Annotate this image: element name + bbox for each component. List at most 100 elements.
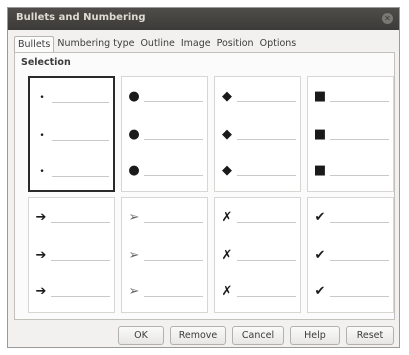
ok-button[interactable]: OK [118,326,164,345]
diamond-bullet-icon: ◆ [222,163,232,178]
big-dot-bullet-icon: ● [128,89,140,104]
bullets-panel: Selection • • • ● ● ● ◆ ◆ ◆ ■ ■ ■ ➔ ➔ ➔ ➢ ➢ ➢ ✗ ✗ ✗ ✔ ✔ ✔ [14,52,395,320]
preview-line: ◆ [215,161,300,181]
text-placeholder-line [52,176,109,177]
text-placeholder-line [52,102,109,103]
arrow-bullet-icon: ➔ [35,248,47,263]
text-placeholder-line [51,260,110,261]
text-placeholder-line [237,101,296,102]
bullet-style-big-dot[interactable]: ● ● ● [121,76,208,192]
text-placeholder-line [330,296,389,297]
preview-line: ➢ [122,208,207,228]
bullet-style-arrow[interactable]: ➔ ➔ ➔ [28,197,115,313]
title-bar: Bullets and Numbering ✕ [8,8,399,30]
small-dot-bullet-icon: • [39,167,45,177]
preview-line: ➔ [29,246,114,266]
arrowhead-bullet-icon: ➢ [128,284,140,299]
text-placeholder-line [237,222,296,223]
help-button[interactable]: Help [290,326,340,345]
preview-line: • [30,126,113,146]
tab-image[interactable]: Image [178,36,214,51]
text-placeholder-line [330,139,389,140]
small-dot-bullet-icon: • [39,93,45,103]
check-bullet-icon: ✔ [314,248,326,263]
check-bullet-icon: ✔ [314,210,326,225]
preview-line: ● [122,87,207,107]
preview-line: ✔ [308,246,393,266]
preview-line: ◆ [215,87,300,107]
tab-bullets[interactable]: Bullets [14,36,55,53]
preview-line: ● [122,161,207,181]
preview-line: ➢ [122,282,207,302]
text-placeholder-line [237,296,296,297]
preview-line: • [30,88,113,108]
button-bar: OK Remove Cancel Help Reset [8,326,399,346]
diamond-bullet-icon: ◆ [222,89,232,104]
preview-line: ➔ [29,208,114,228]
preview-line: ➔ [29,282,114,302]
bullet-style-square[interactable]: ■ ■ ■ [307,76,394,192]
cross-bullet-icon: ✗ [221,284,233,299]
square-bullet-icon: ■ [313,163,327,178]
cancel-button[interactable]: Cancel [232,326,284,345]
tab-options[interactable]: Options [257,36,300,51]
check-bullet-icon: ✔ [314,284,326,299]
text-placeholder-line [51,296,110,297]
small-dot-bullet-icon: • [39,131,45,141]
text-placeholder-line [330,260,389,261]
bullet-style-small-dot[interactable]: • • • [28,76,115,192]
text-placeholder-line [144,175,203,176]
bullets-numbering-dialog: Bullets and Numbering ✕ Bullets Numberin… [7,7,400,348]
tab-bar: Bullets Numbering type Outline Image Pos… [14,36,299,53]
text-placeholder-line [144,260,203,261]
bullet-style-cross[interactable]: ✗ ✗ ✗ [214,197,301,313]
bullet-style-arrowhead[interactable]: ➢ ➢ ➢ [121,197,208,313]
cross-bullet-icon: ✗ [221,210,233,225]
preview-line: ✗ [215,282,300,302]
text-placeholder-line [237,175,296,176]
big-dot-bullet-icon: ● [128,127,140,142]
arrowhead-bullet-icon: ➢ [128,248,140,263]
close-icon[interactable]: ✕ [382,13,393,24]
remove-button[interactable]: Remove [170,326,226,345]
big-dot-bullet-icon: ● [128,163,140,178]
text-placeholder-line [330,175,389,176]
bullet-style-grid: • • • ● ● ● ◆ ◆ ◆ ■ ■ ■ ➔ ➔ ➔ ➢ ➢ ➢ ✗ ✗ ✗ ✔ ✔ ✔ [28,76,394,316]
arrowhead-bullet-icon: ➢ [128,210,140,225]
preview-line: ✔ [308,282,393,302]
window-title: Bullets and Numbering [16,12,146,23]
preview-line: ■ [308,161,393,181]
preview-line: ✗ [215,246,300,266]
text-placeholder-line [51,222,110,223]
text-placeholder-line [52,140,109,141]
preview-line: ◆ [215,125,300,145]
arrow-bullet-icon: ➔ [35,210,47,225]
tab-outline[interactable]: Outline [137,36,177,51]
preview-line: ■ [308,87,393,107]
text-placeholder-line [237,139,296,140]
preview-line: • [30,162,113,182]
text-placeholder-line [144,101,203,102]
preview-line: ● [122,125,207,145]
preview-line: ✗ [215,208,300,228]
bullet-style-check[interactable]: ✔ ✔ ✔ [307,197,394,313]
text-placeholder-line [237,260,296,261]
arrow-bullet-icon: ➔ [35,284,47,299]
text-placeholder-line [144,222,203,223]
text-placeholder-line [330,101,389,102]
text-placeholder-line [144,296,203,297]
preview-line: ■ [308,125,393,145]
selection-label: Selection [21,57,71,68]
square-bullet-icon: ■ [313,127,327,142]
text-placeholder-line [144,139,203,140]
reset-button[interactable]: Reset [346,326,394,345]
text-placeholder-line [330,222,389,223]
tab-numbering-type[interactable]: Numbering type [54,36,137,51]
tab-position[interactable]: Position [214,36,257,51]
diamond-bullet-icon: ◆ [222,127,232,142]
preview-line: ➢ [122,246,207,266]
preview-line: ✔ [308,208,393,228]
bullet-style-diamond[interactable]: ◆ ◆ ◆ [214,76,301,192]
cross-bullet-icon: ✗ [221,248,233,263]
square-bullet-icon: ■ [313,89,327,104]
